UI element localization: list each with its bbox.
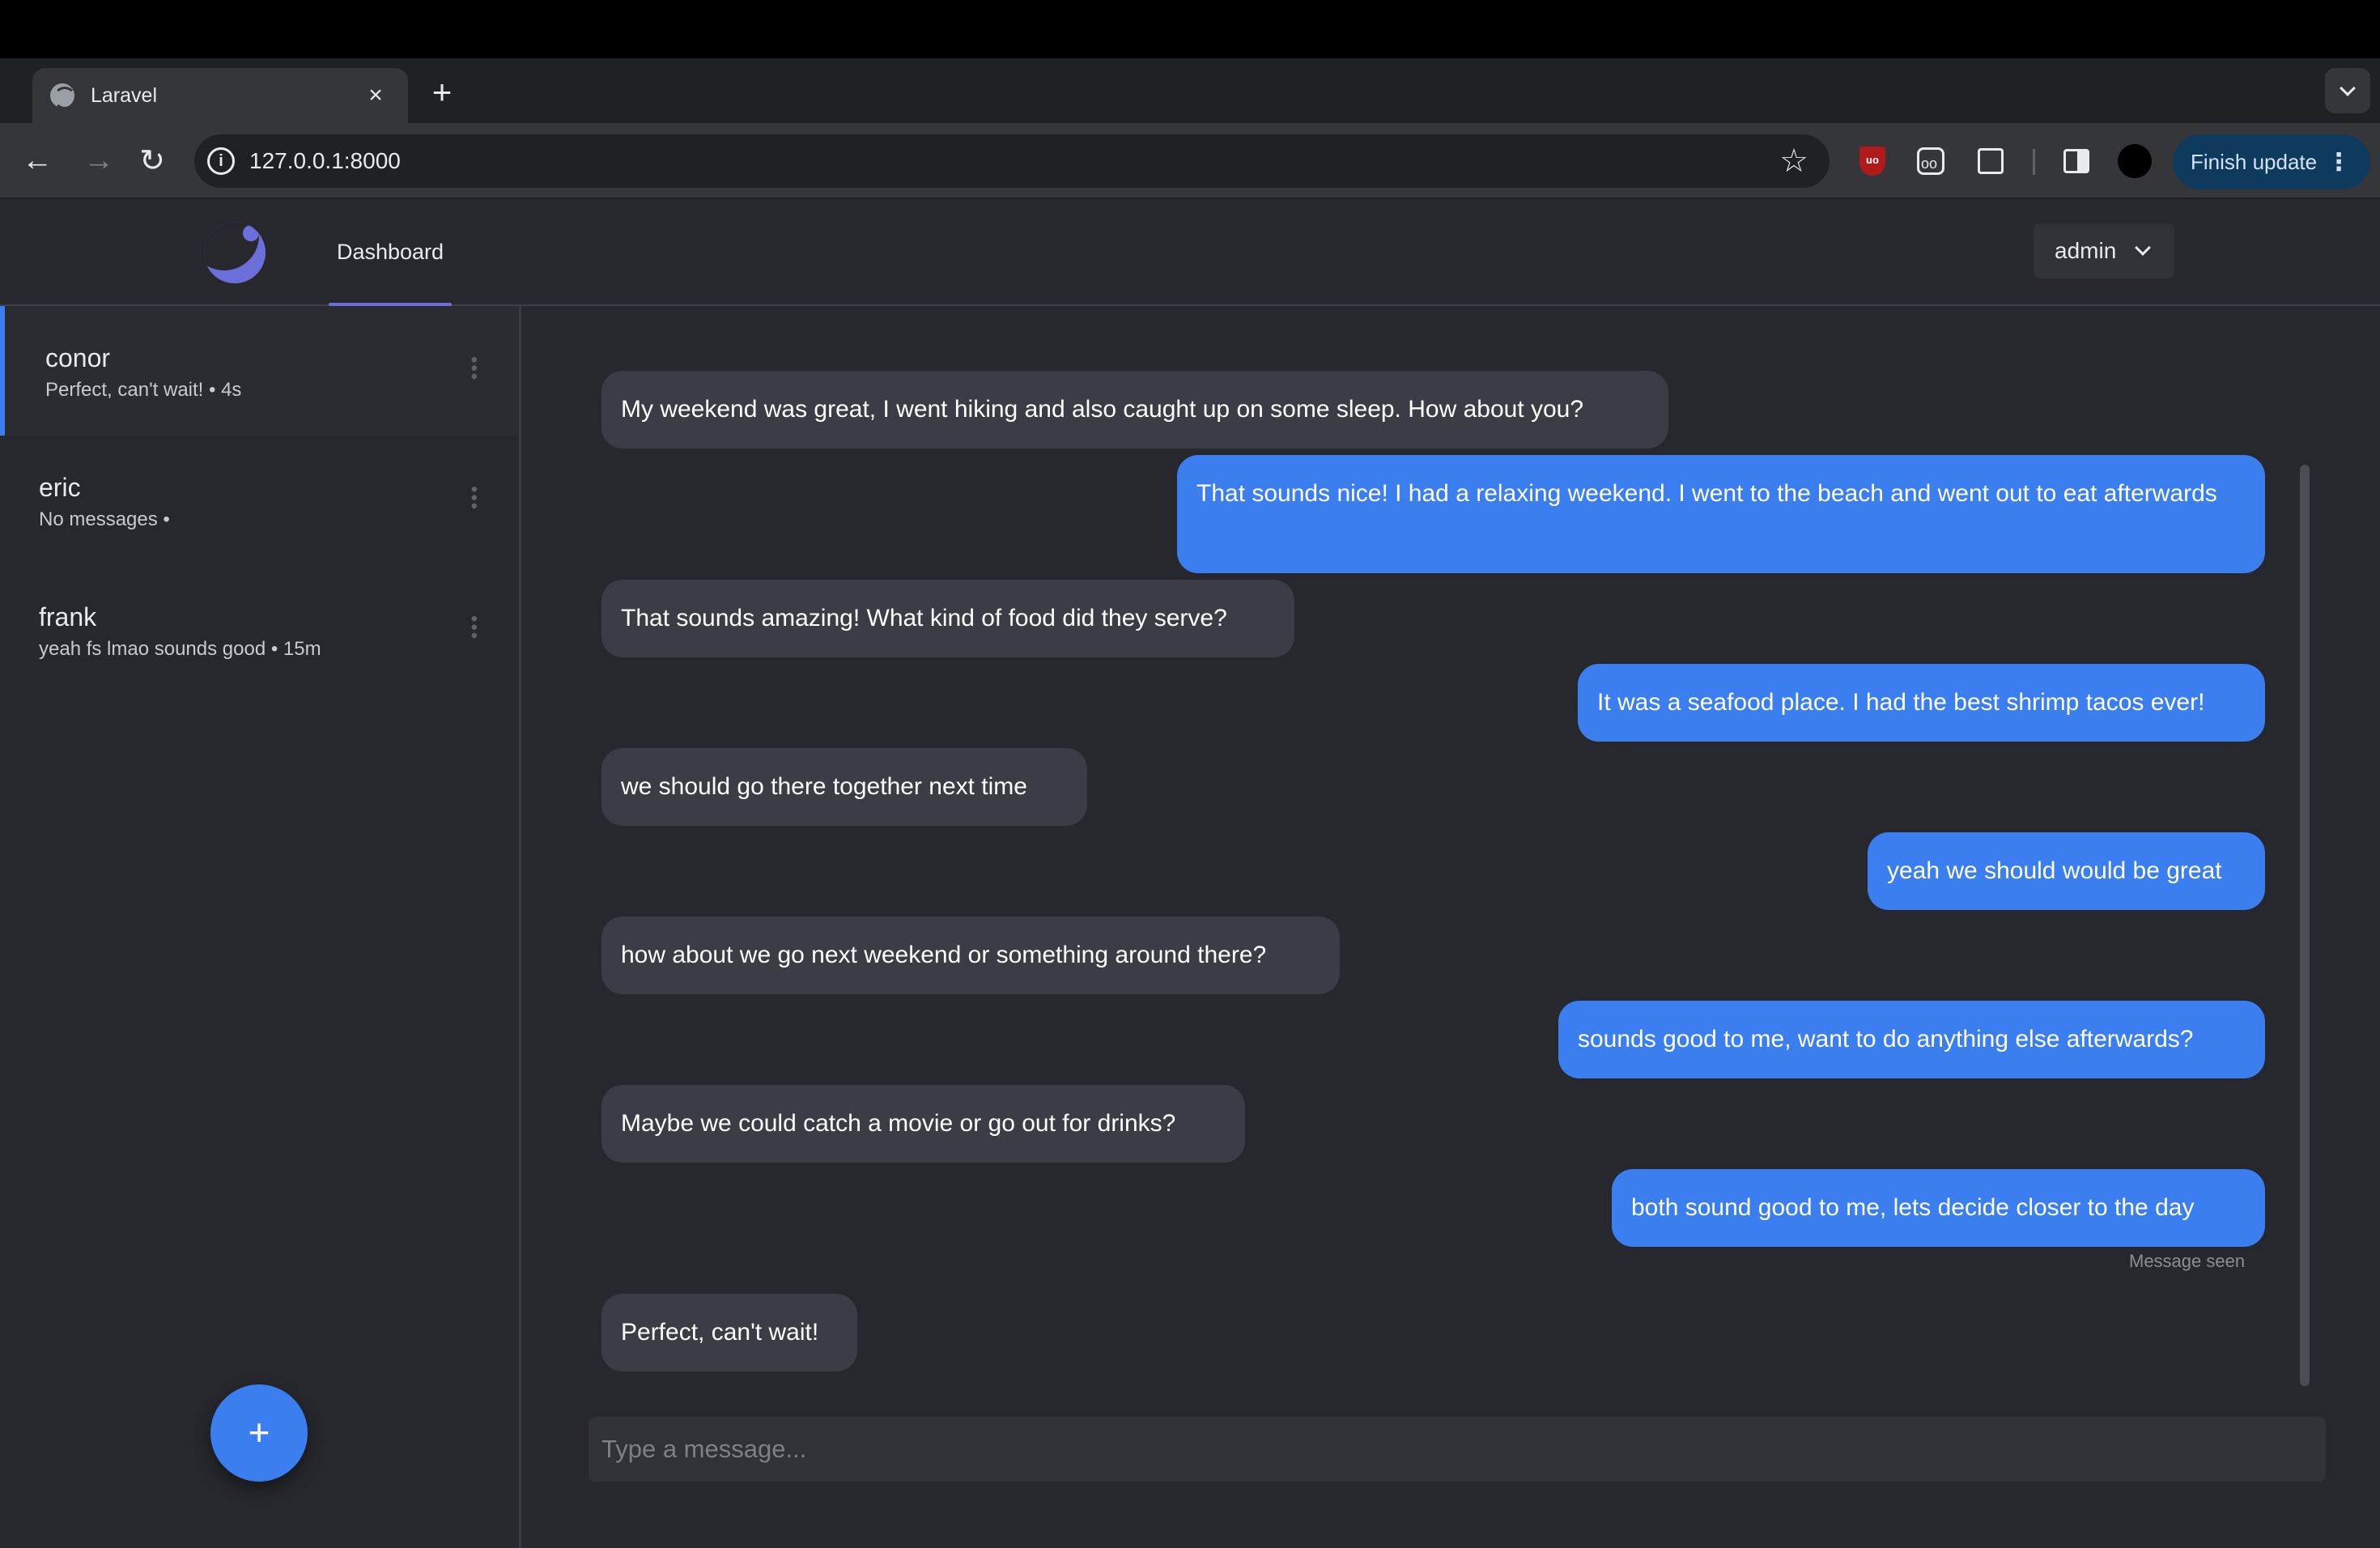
browser-tab-strip: Laravel × +: [0, 58, 2380, 123]
message-input[interactable]: [589, 1417, 2326, 1482]
tab-close-icon[interactable]: ×: [361, 82, 390, 109]
message-outgoing: yeah we should would be great: [1868, 832, 2265, 910]
conversation-options-icon[interactable]: •••: [463, 486, 485, 511]
url-text: 127.0.0.1:8000: [249, 148, 401, 173]
message-outgoing: sounds good to me, want to do anything e…: [1558, 1001, 2265, 1078]
conversation-name: conor: [45, 343, 111, 372]
chat-panel: My weekend was great, I went hiking and …: [524, 306, 2380, 1548]
ghostery-extension-icon[interactable]: [1910, 141, 1951, 181]
app-header: Dashboard admin: [0, 199, 2380, 306]
chevron-down-icon: [2135, 240, 2152, 256]
message-incoming: how about we go next weekend or somethin…: [601, 916, 1340, 994]
conversation-name: eric: [39, 473, 81, 502]
message-outgoing: It was a seafood place. I had the best s…: [1578, 664, 2265, 742]
new-conversation-button[interactable]: +: [210, 1384, 308, 1482]
side-panel-icon[interactable]: [2056, 141, 2097, 181]
os-menu-bar: [0, 0, 2380, 58]
profile-avatar[interactable]: [2114, 141, 2155, 181]
message-seen-status: Message seen: [2129, 1251, 2246, 1271]
conversation-item-eric[interactable]: eric No messages • •••: [0, 436, 518, 565]
back-button[interactable]: ←: [15, 138, 60, 183]
app-logo[interactable]: [204, 222, 266, 283]
conversation-item-conor[interactable]: conor Perfect, can't wait! • 4s •••: [0, 306, 518, 436]
ublock-extension-icon[interactable]: uo: [1852, 141, 1893, 181]
conversation-name: frank: [39, 602, 97, 632]
user-name: admin: [2055, 238, 2117, 263]
chevron-down-icon: [2340, 80, 2356, 96]
message-incoming: we should go there together next time: [601, 748, 1087, 826]
nav-dashboard-link[interactable]: Dashboard: [329, 199, 452, 306]
more-menu-icon[interactable]: ⋮: [2327, 148, 2351, 176]
conversation-preview: No messages •: [39, 508, 170, 530]
message-incoming: Perfect, can't wait!: [601, 1294, 857, 1372]
finish-update-label: Finish update: [2191, 149, 2318, 174]
tab-title: Laravel: [91, 83, 157, 107]
chat-scrollbar[interactable]: [2300, 465, 2310, 1386]
address-bar[interactable]: i 127.0.0.1:8000 ☆: [194, 134, 1830, 188]
extensions-puzzle-icon[interactable]: [1970, 141, 2011, 181]
toolbar-divider: [2033, 149, 2035, 175]
message-incoming: That sounds amazing! What kind of food d…: [601, 580, 1294, 657]
tab-search-button[interactable]: [2325, 68, 2370, 113]
user-menu-dropdown[interactable]: admin: [2034, 223, 2174, 279]
globe-icon: [50, 83, 76, 109]
finish-update-button[interactable]: Finish update ⋮: [2173, 134, 2370, 189]
conversation-options-icon[interactable]: •••: [463, 356, 485, 381]
message-incoming: My weekend was great, I went hiking and …: [601, 371, 1668, 449]
conversation-item-frank[interactable]: frank yeah fs lmao sounds good • 15m •••: [0, 565, 518, 695]
site-info-icon[interactable]: i: [207, 147, 235, 175]
message-outgoing: both sound good to me, lets decide close…: [1612, 1169, 2265, 1247]
message-outgoing: That sounds nice! I had a relaxing weeke…: [1177, 455, 2265, 573]
message-incoming: Maybe we could catch a movie or go out f…: [601, 1085, 1245, 1163]
bookmark-star-icon[interactable]: ☆: [1779, 142, 1808, 180]
reload-button[interactable]: ↻: [130, 138, 175, 183]
browser-tab[interactable]: Laravel ×: [32, 68, 408, 123]
browser-toolbar: ← → ↻ i 127.0.0.1:8000 ☆ uo Finish updat…: [0, 123, 2380, 199]
message-composer: [589, 1417, 2326, 1482]
conversation-sidebar: conor Perfect, can't wait! • 4s ••• eric…: [0, 306, 521, 1548]
conversation-preview: Perfect, can't wait! • 4s: [45, 379, 242, 401]
conversation-options-icon[interactable]: •••: [463, 615, 485, 640]
conversation-preview: yeah fs lmao sounds good • 15m: [39, 638, 321, 660]
forward-button[interactable]: →: [76, 138, 121, 183]
new-tab-button[interactable]: +: [424, 74, 460, 110]
